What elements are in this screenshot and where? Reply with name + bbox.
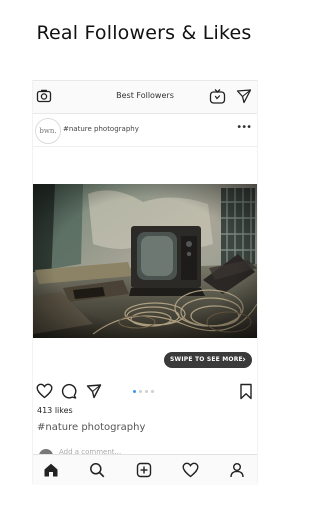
abandoned-room-tv-image [33, 184, 257, 338]
more-options-icon[interactable]: ••• [236, 122, 252, 133]
add-post-icon[interactable] [136, 462, 152, 478]
share-icon[interactable] [86, 383, 102, 399]
carousel-dot [151, 390, 154, 393]
swipe-label: SWIPE TO SEE MORE [170, 356, 243, 363]
carousel-dot [145, 390, 148, 393]
carousel-dot [133, 390, 136, 393]
chevron-right-icon: › [242, 355, 246, 365]
send-icon[interactable] [236, 88, 252, 104]
carousel-dot [139, 390, 142, 393]
post-actions [33, 382, 257, 402]
heart-icon[interactable] [36, 383, 53, 399]
app-screen: Best Followers bwn. #nature photography … [32, 80, 258, 485]
post-hashtag[interactable]: #nature photography [63, 125, 139, 133]
divider [33, 146, 257, 147]
igtv-icon[interactable] [209, 88, 226, 105]
post-caption: #nature photography [37, 422, 146, 433]
comment-icon[interactable] [61, 383, 77, 399]
carousel-indicator [133, 390, 157, 394]
post-header: bwn. #nature photography ••• [33, 116, 257, 144]
post-photo[interactable] [33, 184, 257, 338]
promo-banner-title: Real Followers & Likes [36, 22, 252, 44]
profile-icon[interactable] [229, 462, 245, 478]
likes-count[interactable]: 413 likes [37, 406, 73, 415]
bookmark-icon[interactable] [239, 383, 253, 400]
activity-heart-icon[interactable] [182, 462, 199, 478]
swipe-to-see-more-badge[interactable]: SWIPE TO SEE MORE › [164, 352, 252, 368]
bottom-nav [33, 454, 257, 485]
avatar[interactable]: bwn. [35, 118, 61, 144]
home-icon[interactable] [43, 462, 59, 478]
search-icon[interactable] [89, 462, 105, 478]
top-bar: Best Followers [33, 80, 257, 114]
